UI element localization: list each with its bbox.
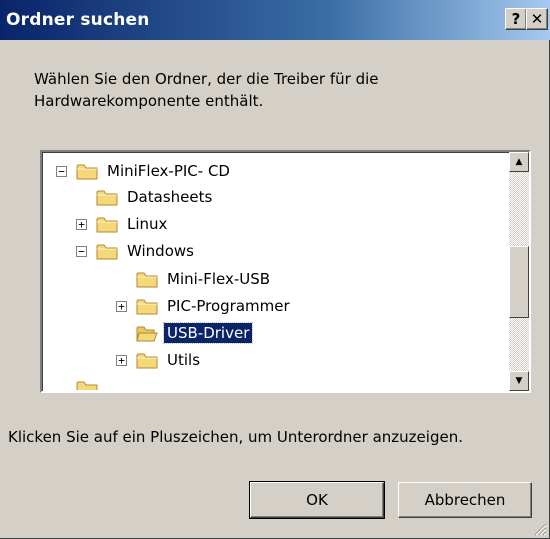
tree-item-label[interactable]: Windows	[124, 241, 197, 261]
collapse-icon[interactable]: −	[76, 245, 87, 257]
folder-icon	[96, 216, 118, 233]
tree-item[interactable]: + PIC-Programmer	[116, 293, 293, 319]
cancel-button[interactable]: Abbrechen	[398, 482, 532, 518]
hint-text: Klicken Sie auf ein Pluszeichen, um Unte…	[8, 428, 463, 446]
open-folder-icon	[136, 325, 158, 342]
tree-item[interactable]: + Utils	[116, 347, 203, 373]
title-bar[interactable]: Ordner suchen ? ✕	[0, 0, 550, 40]
scroll-down-button[interactable]: ▼	[509, 371, 529, 391]
tree-item-label[interactable]: MiniFlex-PIC- CD	[104, 161, 233, 181]
instruction-line-2: Hardwarekomponente enthält.	[34, 92, 264, 110]
instruction-text: Wählen Sie den Ordner, der die Treiber f…	[34, 68, 514, 112]
folder-tree[interactable]: − MiniFlex-PIC- CD Datasheets + Linux −	[40, 150, 531, 393]
tree-item-label[interactable]: Linux	[124, 214, 170, 234]
folder-icon	[96, 243, 118, 260]
tree-item-label[interactable]: Datasheets	[124, 187, 215, 207]
vertical-scrollbar[interactable]: ▲ ▼	[509, 152, 529, 391]
scroll-up-button[interactable]: ▲	[509, 152, 529, 172]
instruction-line-1: Wählen Sie den Ordner, der die Treiber f…	[34, 70, 379, 88]
folder-icon	[76, 163, 98, 180]
close-button[interactable]: ✕	[526, 8, 548, 30]
browse-folder-dialog: Ordner suchen ? ✕ Wählen Sie den Ordner,…	[0, 0, 550, 539]
expand-icon[interactable]: +	[116, 300, 127, 312]
collapse-icon[interactable]: −	[56, 165, 67, 177]
scrollbar-thumb[interactable]	[509, 246, 529, 318]
ok-button[interactable]: OK	[249, 481, 385, 519]
tree-item[interactable]: + Linux	[76, 211, 170, 237]
expand-icon[interactable]: +	[76, 218, 87, 230]
folder-icon	[96, 189, 118, 206]
tree-item[interactable]: − Windows	[76, 238, 197, 264]
tree-item-partial	[76, 378, 104, 391]
tree-item[interactable]: Datasheets	[96, 184, 215, 210]
tree-item-label[interactable]: PIC-Programmer	[164, 296, 293, 316]
tree-item-label[interactable]: Utils	[164, 350, 203, 370]
tree-item[interactable]: − MiniFlex-PIC- CD	[56, 158, 233, 184]
folder-icon	[76, 380, 98, 390]
tree-item-label[interactable]: USB-Driver	[162, 322, 254, 344]
help-button[interactable]: ?	[505, 8, 527, 30]
folder-icon	[136, 298, 158, 315]
tree-item[interactable]: Mini-Flex-USB	[136, 266, 273, 292]
resize-grip-icon[interactable]	[533, 522, 547, 536]
folder-icon	[136, 271, 158, 288]
expand-icon[interactable]: +	[116, 354, 127, 366]
window-title: Ordner suchen	[6, 10, 150, 30]
folder-icon	[136, 352, 158, 369]
tree-item-label[interactable]: Mini-Flex-USB	[164, 269, 273, 289]
tree-item-selected[interactable]: USB-Driver	[136, 320, 254, 346]
